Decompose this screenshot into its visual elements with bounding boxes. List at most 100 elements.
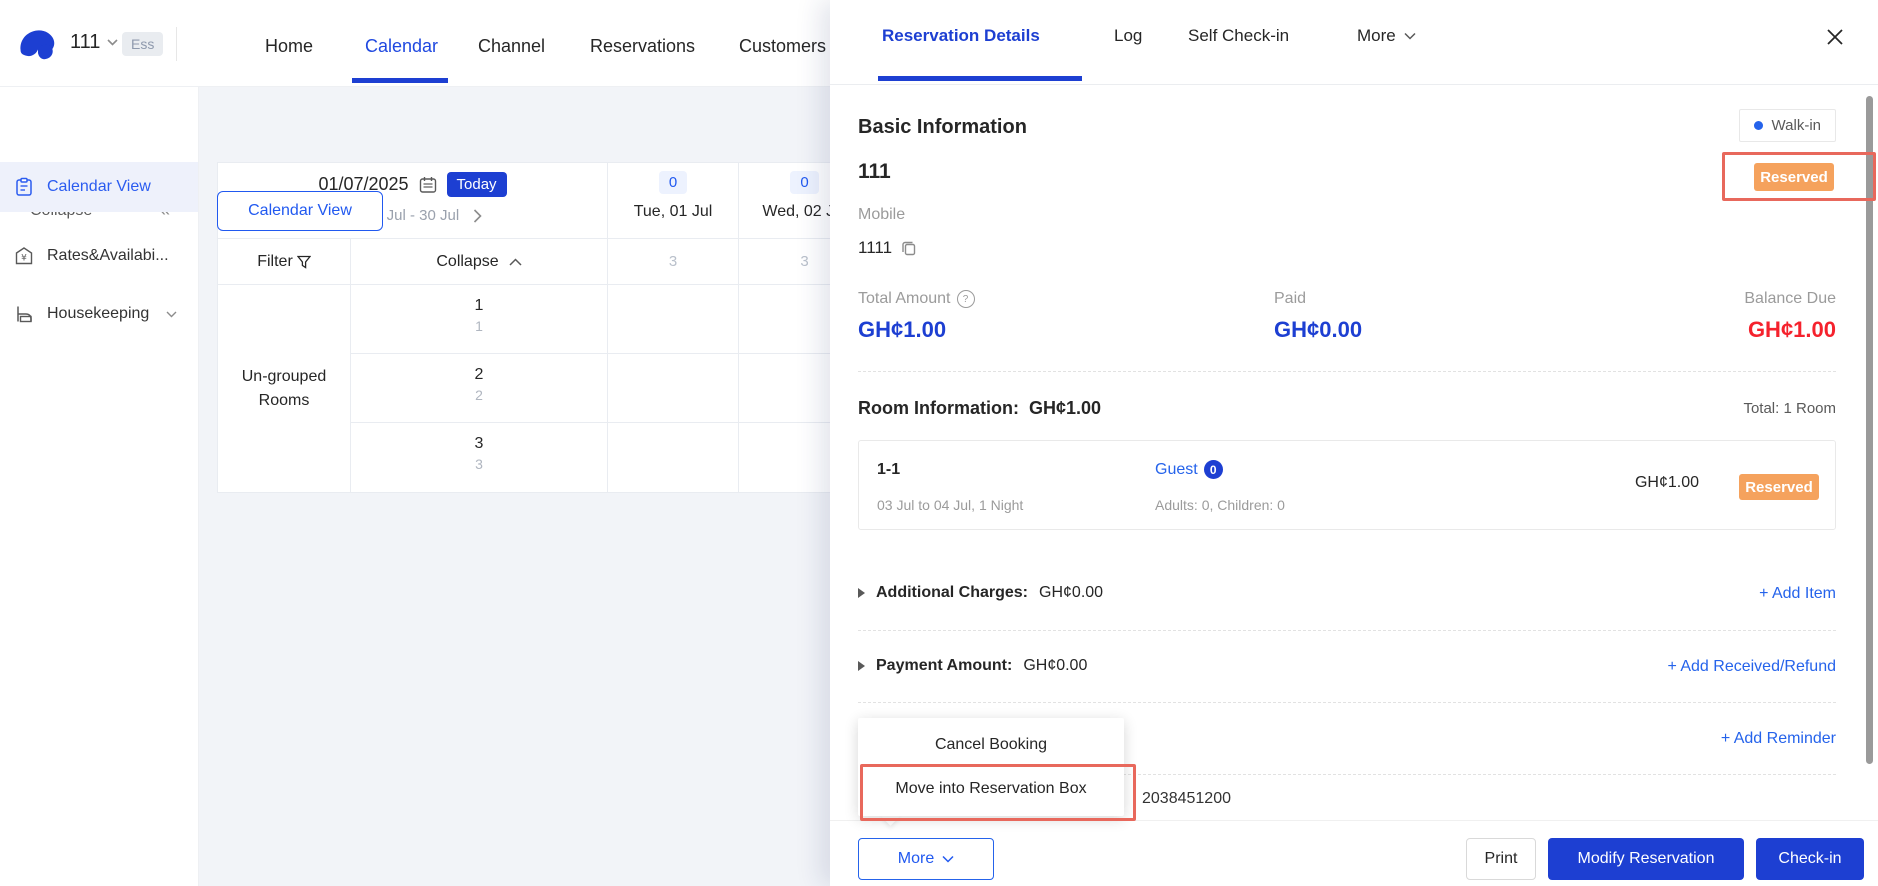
total-amount-label-row: Total Amount ? bbox=[858, 290, 975, 308]
room-card-guest-link[interactable]: Guest 0 bbox=[1155, 460, 1223, 479]
nav-channel[interactable]: Channel bbox=[478, 36, 545, 57]
sidebar-item-label: Calendar View bbox=[47, 178, 151, 195]
copy-icon[interactable] bbox=[901, 240, 917, 256]
booking-number-partial: 2038451200 bbox=[1142, 790, 1231, 807]
rates-availability-icon: ¥ bbox=[14, 246, 34, 266]
topbar-divider bbox=[176, 27, 177, 61]
today-button[interactable]: Today bbox=[446, 172, 507, 197]
room-name: 2 bbox=[474, 366, 484, 383]
payment-amount-row[interactable]: Payment Amount: GH¢0.00 bbox=[858, 657, 1087, 675]
drawer-tab-reservation-details[interactable]: Reservation Details bbox=[882, 26, 1040, 46]
plan-badge: Ess bbox=[122, 32, 164, 56]
tab-calendar-view-label: Calendar View bbox=[248, 202, 352, 219]
sidebar-item-label: Housekeeping bbox=[47, 305, 150, 322]
close-icon[interactable] bbox=[1826, 28, 1844, 46]
room-card-room: 1-1 bbox=[877, 461, 901, 478]
walkin-dot-icon bbox=[1753, 121, 1763, 130]
sidebar-item-housekeeping[interactable]: Housekeeping bbox=[0, 289, 198, 339]
collapse-rooms-button[interactable]: Collapse bbox=[351, 239, 608, 285]
modify-reservation-button[interactable]: Modify Reservation bbox=[1548, 838, 1744, 880]
filter-button[interactable]: Filter bbox=[218, 239, 351, 285]
room-information-heading: Room Information: bbox=[858, 398, 1019, 418]
room-code: 1 bbox=[475, 318, 483, 334]
caret-right-icon bbox=[858, 661, 865, 671]
drawer-tab-log[interactable]: Log bbox=[1114, 26, 1142, 46]
nav-reservations[interactable]: Reservations bbox=[590, 36, 695, 57]
mobile-value: 1111 bbox=[858, 238, 893, 257]
payment-amount-amount: GH¢0.00 bbox=[1023, 657, 1088, 674]
additional-charges-row[interactable]: Additional Charges: GH¢0.00 bbox=[858, 584, 1103, 602]
more-button[interactable]: More bbox=[858, 838, 994, 880]
balance-due-value: GH¢1.00 bbox=[1747, 317, 1836, 342]
room-card-dates: 03 Jul to 04 Jul, 1 Night bbox=[877, 497, 1024, 513]
calendar-cell[interactable] bbox=[608, 285, 739, 354]
room-card-price: GH¢1.00 bbox=[1634, 474, 1699, 491]
active-nav-underline bbox=[352, 78, 448, 83]
nav-home[interactable]: Home bbox=[265, 36, 313, 57]
room-card-status-badge: Reserved bbox=[1739, 474, 1819, 500]
next-range-icon[interactable] bbox=[473, 208, 482, 223]
calendar-cell[interactable] bbox=[608, 423, 739, 493]
nav-calendar[interactable]: Calendar bbox=[365, 36, 438, 57]
chevron-down-icon bbox=[107, 39, 118, 46]
guest-name: 111 bbox=[858, 160, 891, 183]
mobile-row: 1111 bbox=[858, 238, 917, 258]
room-row-3[interactable]: 3 3 bbox=[351, 423, 608, 493]
room-group-label[interactable]: Un-grouped Rooms bbox=[218, 285, 351, 493]
print-button[interactable]: Print bbox=[1466, 838, 1536, 880]
nav-customers[interactable]: Customers bbox=[739, 36, 826, 57]
room-code: 3 bbox=[475, 456, 483, 472]
room-information-heading-row: Room Information: GH¢1.00 bbox=[858, 398, 1101, 419]
help-circle-icon[interactable]: ? bbox=[956, 290, 975, 308]
room-name: 1 bbox=[474, 297, 484, 314]
section-divider bbox=[858, 702, 1836, 703]
guest-link-label: Guest bbox=[1155, 460, 1198, 478]
more-button-label: More bbox=[897, 850, 935, 867]
tab-calendar-view[interactable]: Calendar View bbox=[217, 191, 383, 231]
drawer-tab-self-checkin[interactable]: Self Check-in bbox=[1188, 26, 1289, 46]
chevron-up-icon bbox=[509, 257, 522, 266]
balance-due-label: Balance Due bbox=[1744, 290, 1836, 307]
section-divider bbox=[858, 630, 1836, 631]
add-item-link[interactable]: + Add Item bbox=[1759, 585, 1836, 603]
day-badge: 0 bbox=[790, 171, 819, 194]
housekeeping-icon bbox=[14, 304, 34, 324]
chevron-down-icon bbox=[1404, 32, 1416, 40]
room-name: 3 bbox=[474, 435, 484, 452]
room-row-2[interactable]: 2 2 bbox=[351, 354, 608, 423]
drawer-tab-more[interactable]: More bbox=[1357, 26, 1416, 46]
brand-logo-icon[interactable] bbox=[16, 22, 60, 66]
caret-right-icon bbox=[858, 588, 865, 598]
chevron-down-icon bbox=[942, 855, 954, 863]
day-label: Tue, 01 Jul bbox=[633, 203, 713, 220]
calendar-icon[interactable] bbox=[419, 176, 437, 194]
drawer-tab-label: Reservation Details bbox=[882, 26, 1040, 45]
drawer-tab-label: Self Check-in bbox=[1188, 26, 1290, 45]
add-received-refund-link[interactable]: + Add Received/Refund bbox=[1667, 658, 1836, 676]
reservation-drawer: Reservation Details Log Self Check-in Mo… bbox=[830, 0, 1878, 886]
active-drawer-tab-underline bbox=[878, 76, 1082, 81]
room-row-1[interactable]: 1 1 bbox=[351, 285, 608, 354]
sidebar-item-calendar-view[interactable]: Calendar View bbox=[0, 162, 198, 212]
additional-charges-label: Additional Charges: bbox=[876, 584, 1029, 601]
add-reminder-link[interactable]: + Add Reminder bbox=[1721, 730, 1836, 748]
checkin-button[interactable]: Check-in bbox=[1756, 838, 1864, 880]
guest-count-badge: 0 bbox=[1203, 460, 1223, 479]
property-selector[interactable]: 111 bbox=[70, 31, 118, 54]
walkin-chip[interactable]: Walk-in bbox=[1738, 109, 1836, 142]
property-name: 111 bbox=[70, 31, 101, 53]
calendar-view-icon bbox=[14, 177, 34, 197]
room-card[interactable]: 1-1 Guest 0 03 Jul to 04 Jul, 1 Night Ad… bbox=[858, 440, 1836, 530]
day-header-tue[interactable]: 0 Tue, 01 Jul bbox=[608, 163, 739, 239]
mobile-label: Mobile bbox=[858, 206, 906, 223]
paid-value: GH¢0.00 bbox=[1274, 317, 1363, 342]
menu-item-cancel-booking[interactable]: Cancel Booking bbox=[858, 723, 1124, 767]
room-information-amount: GH¢1.00 bbox=[1028, 398, 1102, 418]
sidebar: Collapse « Calendar View ¥ Rates&Availab… bbox=[0, 86, 199, 886]
annotation-box-status bbox=[1722, 152, 1876, 201]
sidebar-item-rates-availability[interactable]: ¥ Rates&Availabi... bbox=[0, 231, 198, 281]
additional-charges-amount: GH¢0.00 bbox=[1039, 584, 1104, 601]
calendar-cell[interactable] bbox=[608, 354, 739, 423]
room-code: 2 bbox=[475, 387, 483, 403]
funnel-icon bbox=[296, 255, 311, 269]
